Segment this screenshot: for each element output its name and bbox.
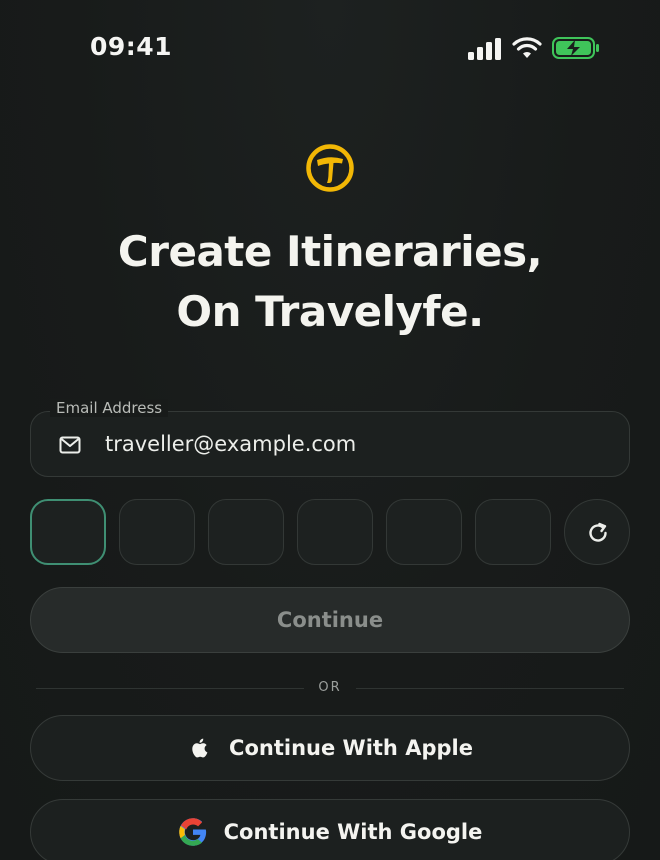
code-box-4[interactable] xyxy=(297,499,373,565)
page-title: Create Itineraries, On Travelyfe. xyxy=(0,222,660,342)
google-button-label: Continue With Google xyxy=(223,820,483,844)
code-box-6[interactable] xyxy=(475,499,551,565)
cellular-signal-icon xyxy=(468,38,501,60)
email-field[interactable]: traveller@example.com xyxy=(30,411,630,477)
divider-label: OR xyxy=(318,680,342,695)
page-title-line-2: On Travelyfe. xyxy=(176,287,484,336)
code-box-5[interactable] xyxy=(386,499,462,565)
wifi-icon xyxy=(512,37,542,58)
resend-code-button[interactable] xyxy=(564,499,630,565)
code-box-3[interactable] xyxy=(208,499,284,565)
apple-button-label: Continue With Apple xyxy=(229,736,473,760)
status-bar: 09:41 xyxy=(0,0,660,96)
refresh-icon xyxy=(589,522,607,542)
code-box-1[interactable] xyxy=(30,499,106,565)
email-label: Email Address xyxy=(50,399,169,417)
apple-icon xyxy=(192,738,208,758)
status-time: 09:41 xyxy=(90,32,173,61)
email-value[interactable]: traveller@example.com xyxy=(105,432,356,456)
google-icon xyxy=(178,818,206,846)
page-title-line-1: Create Itineraries, xyxy=(117,227,543,276)
mail-icon xyxy=(59,436,81,454)
continue-with-apple-button[interactable]: Continue With Apple xyxy=(30,715,630,781)
or-divider: OR xyxy=(36,678,624,698)
continue-with-google-button[interactable]: Continue With Google xyxy=(30,799,630,860)
verification-code-row xyxy=(30,499,630,565)
travelyfe-logo-icon xyxy=(306,144,354,192)
code-box-2[interactable] xyxy=(119,499,195,565)
battery-charging-icon xyxy=(552,37,599,59)
continue-button[interactable]: Continue xyxy=(30,587,630,653)
